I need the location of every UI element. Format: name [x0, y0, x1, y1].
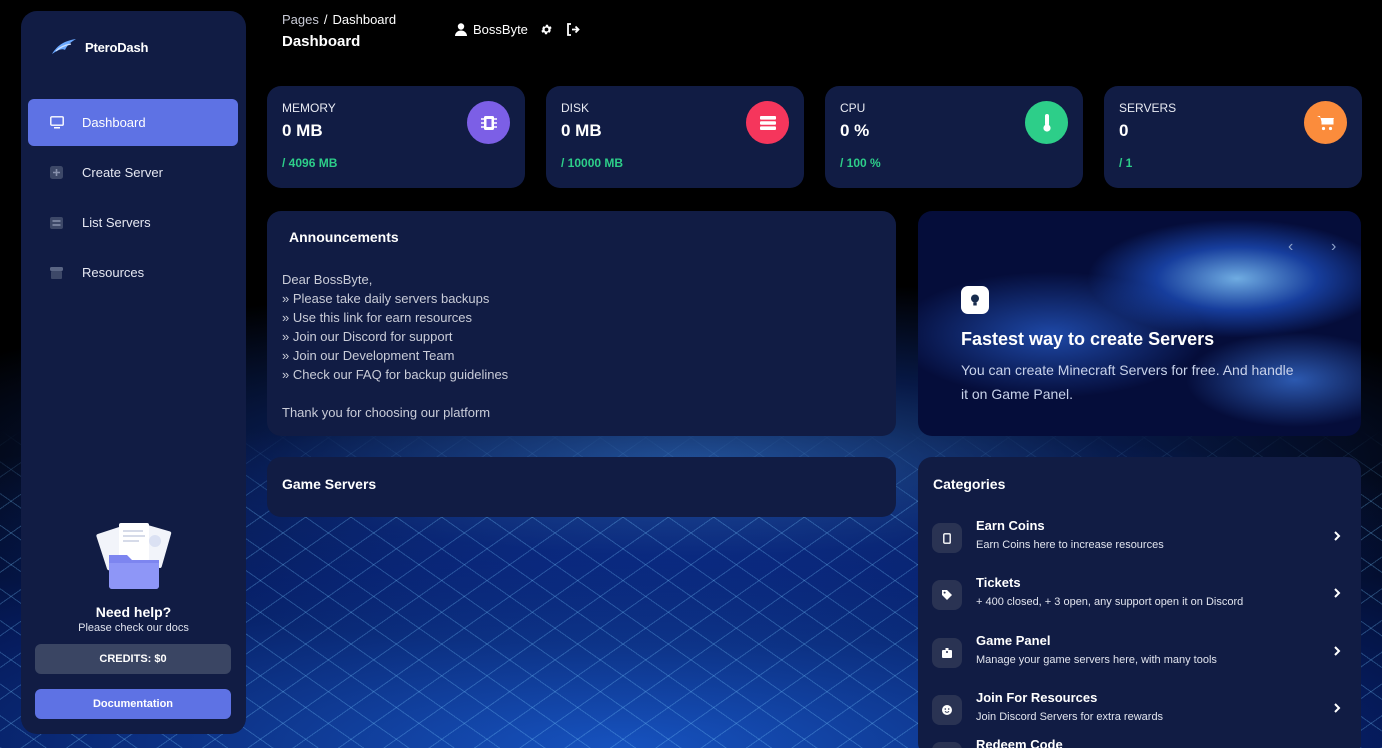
logout-icon[interactable]: [566, 22, 580, 37]
sidebar-nav: Dashboard Create Server List Servers Res…: [28, 99, 238, 299]
user-icon: [455, 23, 467, 36]
category-title: Game Panel: [976, 633, 1051, 648]
sidebar-item-list-servers[interactable]: List Servers: [28, 199, 238, 246]
database-icon: [746, 101, 789, 144]
store-icon: [49, 266, 64, 279]
breadcrumb: Pages / Dashboard: [282, 12, 396, 27]
category-description: Earn Coins here to increase resources: [976, 539, 1164, 551]
sidebar-item-label: Create Server: [82, 165, 163, 180]
lightbulb-icon: [961, 286, 989, 314]
documentation-button[interactable]: Documentation: [35, 689, 231, 719]
username: BossByte: [473, 22, 528, 37]
categories-card: Categories Earn Coins Earn Coins here to…: [918, 457, 1361, 748]
stat-card-cpu: CPU 0 % / 100 %: [825, 86, 1083, 188]
stat-value: 0: [1119, 121, 1129, 140]
stat-card-memory: MEMORY 0 MB / 4096 MB: [267, 86, 525, 188]
smile-icon: [932, 695, 962, 725]
gear-icon[interactable]: [540, 23, 554, 37]
page-title: Dashboard: [282, 33, 361, 50]
category-title: Tickets: [976, 575, 1021, 590]
category-item-redeem-code[interactable]: Redeem Code: [932, 737, 1332, 748]
carousel-prev-button[interactable]: ‹: [1288, 238, 1293, 256]
announcement-line[interactable]: » Join our Development Team: [282, 346, 508, 365]
category-item-tickets[interactable]: Tickets + 400 closed, + 3 open, any supp…: [932, 575, 1341, 615]
chevron-right-icon[interactable]: [1332, 587, 1342, 599]
game-servers-card: Game Servers: [267, 457, 896, 517]
help-title: Need help?: [95, 604, 172, 620]
category-title: Redeem Code: [976, 737, 1063, 748]
breadcrumb-separator: /: [323, 12, 328, 27]
brand[interactable]: PteroDash: [51, 38, 148, 56]
chevron-right-icon[interactable]: [1332, 702, 1342, 714]
announcements-card: Announcements Dear BossByte, » Please ta…: [267, 211, 896, 436]
sidebar-item-label: List Servers: [82, 215, 151, 230]
announcement-line[interactable]: » Check our FAQ for backup guidelines: [282, 365, 508, 384]
category-title: Earn Coins: [976, 518, 1045, 533]
category-description: + 400 closed, + 3 open, any support open…: [976, 596, 1244, 608]
announcement-line: Thank you for choosing our platform: [282, 405, 491, 420]
stat-limit: / 100 %: [840, 156, 881, 170]
breadcrumb-current: Dashboard: [332, 12, 397, 27]
announcement-line: Dear BossByte,: [282, 272, 373, 287]
category-description: Join Discord Servers for extra rewards: [976, 711, 1164, 723]
sidebar-item-resources[interactable]: Resources: [28, 249, 238, 296]
category-item-game-panel[interactable]: Game Panel Manage your game servers here…: [932, 633, 1341, 673]
stat-label: DISK: [561, 101, 590, 115]
sidebar-item-dashboard[interactable]: Dashboard: [28, 99, 238, 146]
sidebar-item-create-server[interactable]: Create Server: [28, 149, 238, 196]
list-icon: [49, 216, 64, 229]
announcement-line: [282, 384, 508, 403]
announcements-body: Dear BossByte, » Please take daily serve…: [282, 270, 508, 422]
category-item-join-for-resources[interactable]: Join For Resources Join Discord Servers …: [932, 690, 1341, 730]
stat-value: 0 MB: [282, 121, 323, 140]
chevron-right-icon[interactable]: [1332, 530, 1342, 542]
categories-title: Categories: [933, 476, 1006, 492]
user-menu[interactable]: BossByte: [455, 22, 528, 37]
brand-name: PteroDash: [85, 39, 149, 55]
chevron-right-icon[interactable]: [1332, 645, 1342, 657]
sidebar: PteroDash Dashboard Create Server List S…: [21, 11, 246, 734]
stat-limit: / 4096 MB: [282, 156, 338, 170]
tag-icon: [932, 580, 962, 610]
game-servers-title: Game Servers: [282, 476, 377, 492]
help-section: Need help? Please check our docs: [21, 521, 246, 634]
announcement-line: » Please take daily servers backups: [282, 291, 490, 306]
thermometer-icon: [1025, 101, 1068, 144]
breadcrumb-root[interactable]: Pages: [282, 12, 319, 27]
monitor-icon: [49, 116, 64, 129]
hero-title: Fastest way to create Servers: [961, 329, 1215, 349]
credits-button[interactable]: CREDITS: $0: [35, 644, 231, 674]
user-bar: BossByte: [455, 22, 592, 37]
hero-carousel: ‹ › Fastest way to create Servers You ca…: [918, 211, 1361, 436]
box-icon: [932, 638, 962, 668]
memory-chip-icon: [467, 101, 510, 144]
stat-card-servers: SERVERS 0 / 1: [1104, 86, 1362, 188]
category-title: Join For Resources: [976, 690, 1098, 705]
gift-icon: [932, 742, 962, 748]
documents-folder-illustration: [95, 523, 171, 589]
category-description: Manage your game servers here, with many…: [976, 654, 1217, 666]
announcement-line[interactable]: » Join our Discord for support: [282, 327, 508, 346]
sidebar-item-label: Resources: [82, 265, 145, 280]
sidebar-item-label: Dashboard: [82, 115, 146, 130]
brand-logo-icon: [52, 39, 76, 54]
stat-value: 0 MB: [561, 121, 602, 140]
stat-card-disk: DISK 0 MB / 10000 MB: [546, 86, 804, 188]
cart-icon: [1304, 101, 1347, 144]
help-subtitle: Please check our docs: [78, 622, 189, 634]
stat-value: 0 %: [840, 121, 870, 140]
stat-label: SERVERS: [1119, 101, 1177, 115]
stat-limit: / 1: [1119, 156, 1133, 170]
stat-label: MEMORY: [282, 101, 336, 115]
phone-icon: [932, 523, 962, 553]
stat-limit: / 10000 MB: [561, 156, 624, 170]
plus-square-icon: [49, 166, 64, 179]
hero-text: You can create Minecraft Servers for fre…: [961, 362, 1294, 402]
stat-label: CPU: [840, 101, 866, 115]
announcement-line[interactable]: » Use this link for earn resources: [282, 308, 508, 327]
announcements-title: Announcements: [289, 229, 399, 245]
category-item-earn-coins[interactable]: Earn Coins Earn Coins here to increase r…: [932, 518, 1341, 558]
carousel-next-button[interactable]: ›: [1331, 238, 1336, 256]
